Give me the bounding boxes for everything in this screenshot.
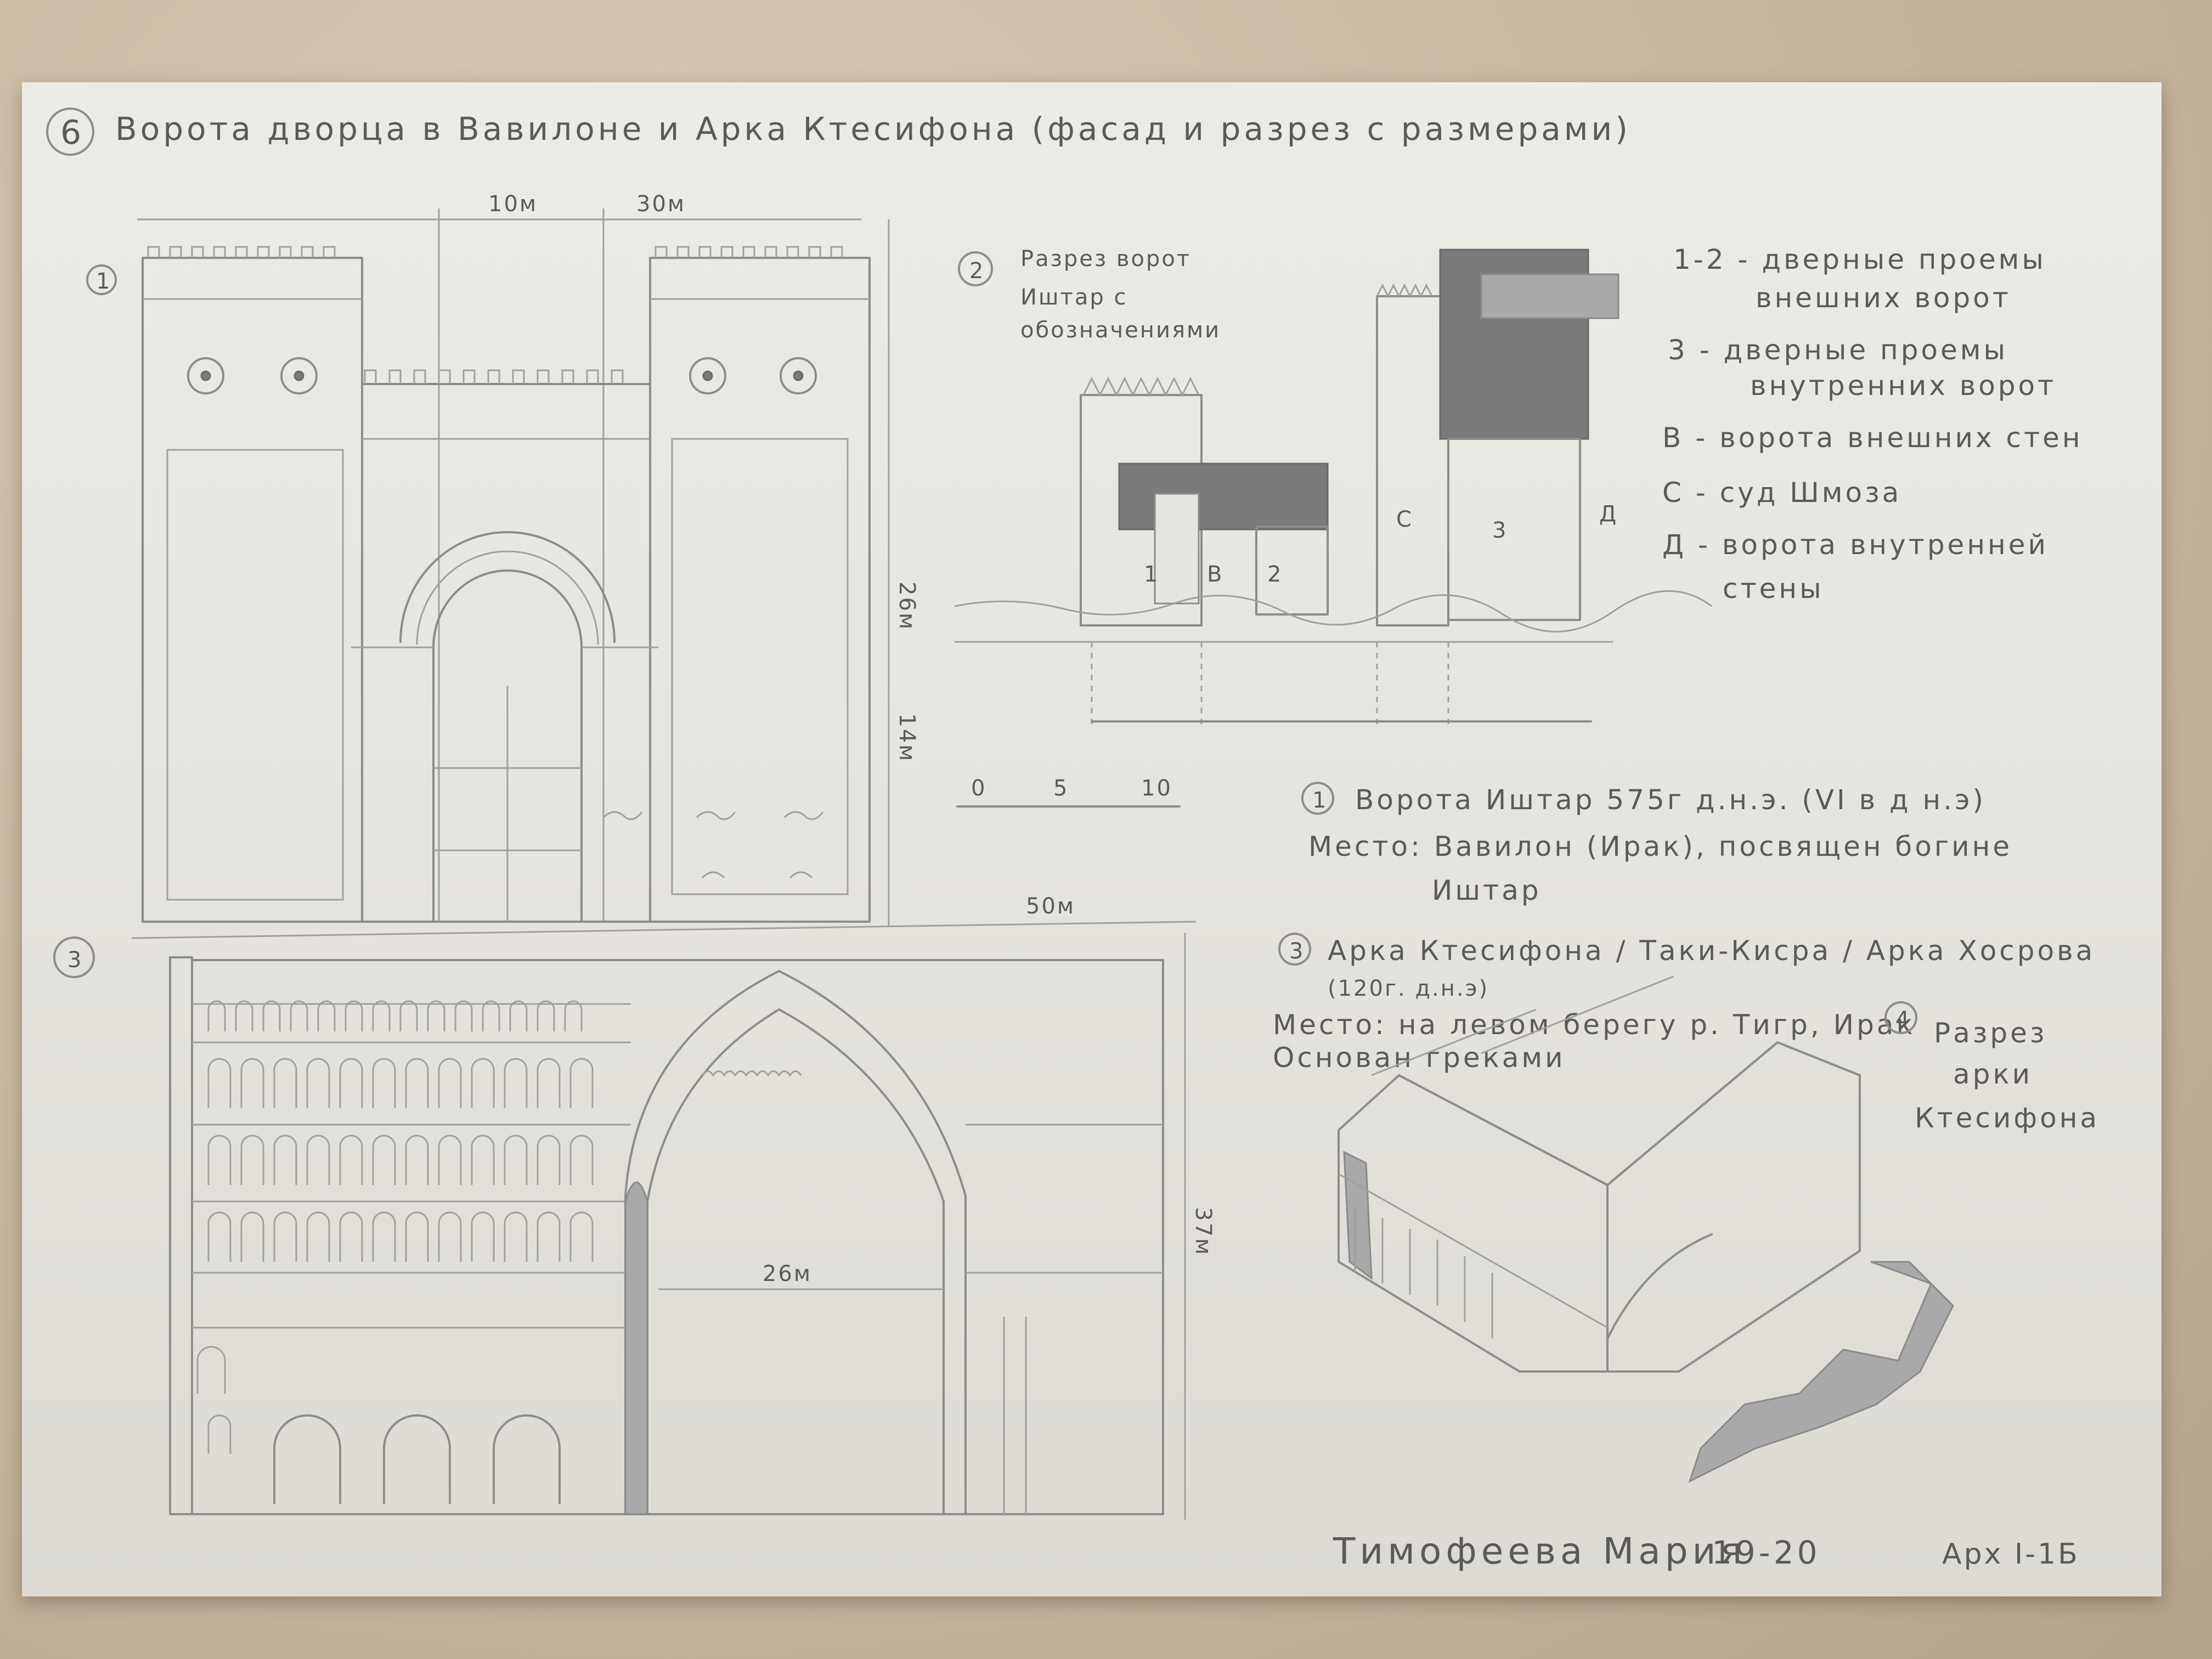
group: Арх I-1Б	[1942, 1538, 2080, 1571]
dim-50m: 50м	[1026, 894, 1075, 919]
svg-text:2: 2	[969, 258, 985, 284]
note3-title: Арка Ктесифона / Таки-Кисра / Арка Хосро…	[1328, 935, 2095, 967]
svg-text:1: 1	[1312, 788, 1328, 813]
ishtar-gate-facade: 1 10м 30м 26м 14м	[86, 191, 919, 927]
svg-text:Д - ворота внутренней: Д - ворота внутренней	[1662, 529, 2049, 561]
legend: 1-2 - дверные проемы внешних ворот 3 - д…	[1662, 244, 2083, 605]
svg-text:стены: стены	[1723, 573, 1824, 605]
svg-text:1-2 - дверные проемы: 1-2 - дверные проемы	[1673, 244, 2046, 275]
pencil-drawings: 6 Ворота дворца в Вавилоне и Арка Ктесиф…	[46, 108, 2100, 1572]
svg-text:3: 3	[1289, 939, 1305, 964]
label-d: Д	[1599, 501, 1618, 527]
dim-26m: 26м	[894, 582, 919, 631]
section-title-3: обозначениями	[1020, 318, 1221, 343]
svg-text:1: 1	[96, 269, 111, 294]
label-3: 3	[1492, 518, 1508, 543]
label-2: 2	[1267, 562, 1283, 587]
academic-year: 19-20	[1712, 1534, 1821, 1571]
ctesiphon-facade: 3 50м 26м 37м	[53, 894, 1216, 1520]
svg-text:С - суд Шмоза: С - суд Шмоза	[1662, 477, 1901, 509]
sheet-title: Ворота дворца в Вавилоне и Арка Ктесифон…	[115, 110, 1631, 148]
scale-10: 10	[1141, 776, 1172, 801]
dim-26m-arch: 26м	[763, 1261, 812, 1286]
note3-place: Место: на левом берегу р. Тигр, Ирак	[1273, 1009, 1916, 1041]
label-1: 1	[1144, 562, 1159, 587]
sheet-number: 6	[60, 114, 81, 152]
dim-37m: 37м	[1190, 1207, 1216, 1256]
svg-text:Разрез: Разрез	[1934, 1017, 2047, 1049]
section-title-2: Иштар с	[1020, 285, 1127, 310]
dim-10m: 10м	[488, 191, 538, 217]
signature: Тимофеева Мария 19-20 Арх I-1Б	[1333, 1530, 2080, 1572]
dim-30m: 30м	[636, 191, 686, 217]
label-b: В	[1207, 562, 1223, 587]
label-c: С	[1396, 507, 1413, 532]
svg-text:Иштар: Иштар	[1432, 874, 1542, 906]
svg-text:внешних ворот: внешних ворот	[1756, 282, 2011, 314]
svg-text:В - ворота внешних стен: В - ворота внешних стен	[1662, 422, 2083, 454]
svg-text:4: 4	[1895, 1007, 1911, 1032]
photo-scene: 6 Ворота дворца в Вавилоне и Арка Ктесиф…	[0, 0, 2212, 1659]
svg-text:(120г. д.н.э): (120г. д.н.э)	[1328, 976, 1489, 1001]
svg-text:внутренних ворот: внутренних ворот	[1750, 370, 2056, 402]
svg-text:3: 3	[67, 947, 83, 973]
svg-text:Ктесифона: Ктесифона	[1915, 1102, 2100, 1134]
scale-5: 5	[1053, 776, 1069, 801]
author-name: Тимофеева Мария	[1333, 1530, 1746, 1572]
dim-14m: 14м	[894, 713, 919, 763]
note1-title: Ворота Иштар 575г д.н.э. (VI в д н.э)	[1355, 784, 1986, 816]
ishtar-gate-section: 2 Разрез ворот Иштар с обозначениями 1 В…	[954, 246, 1712, 808]
section-title-1: Разрез ворот	[1020, 246, 1191, 272]
note1-place: Место: Вавилон (Ирак), посвящен богине	[1308, 831, 2012, 862]
scale-0: 0	[971, 776, 986, 801]
svg-text:3 - дверные проемы: 3 - дверные проемы	[1668, 334, 2008, 366]
svg-text:арки: арки	[1953, 1058, 2033, 1090]
svg-text:Основан греками: Основан греками	[1273, 1042, 1566, 1074]
